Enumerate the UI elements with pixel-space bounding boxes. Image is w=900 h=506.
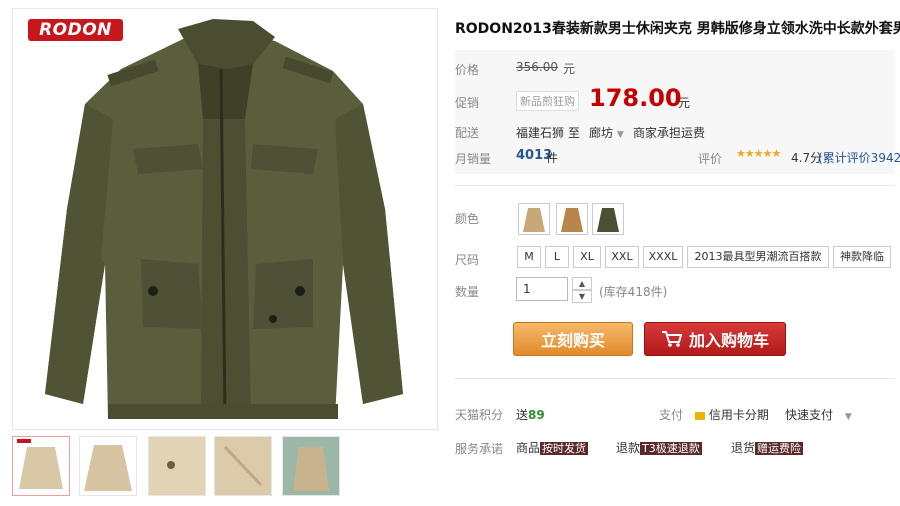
main-product-image[interactable] (12, 8, 438, 430)
size-option-xxxl[interactable]: XXXL (643, 246, 683, 268)
buy-now-button[interactable]: 立刻购买 (513, 322, 633, 356)
points-text: 送89 (516, 408, 545, 422)
buy-now-label: 立刻购买 (540, 331, 605, 350)
ship-to-word: 至 (568, 126, 581, 140)
cart-icon (661, 331, 683, 347)
color-label: 颜色 (455, 212, 480, 226)
add-to-cart-button[interactable]: 加入购物车 (644, 322, 786, 356)
credit-card-icon (695, 411, 705, 420)
chevron-down-icon: ▼ (578, 292, 586, 301)
pay-installment[interactable]: 信用卡分期 (695, 406, 769, 423)
thumbnail-4[interactable] (214, 436, 272, 496)
price-label: 价格 (455, 63, 480, 77)
sales-label: 月销量 (455, 152, 492, 166)
original-price: 356.00 (516, 60, 558, 74)
color-swatch-camel[interactable] (556, 203, 588, 235)
size-option-m[interactable]: M (517, 246, 541, 268)
promo-price-unit: 元 (678, 96, 691, 110)
chevron-down-icon: ▼ (616, 130, 624, 140)
thumbnail-5[interactable] (282, 436, 340, 496)
jacket-image (45, 19, 403, 420)
points-label: 天猫积分 (455, 408, 504, 422)
ship-destination: 廊坊 (589, 126, 614, 140)
brand-logo: RODON (28, 19, 123, 41)
size-option-style[interactable]: 2013最具型男潮流百搭款 (687, 246, 829, 268)
service-on-time[interactable]: 商品 按时发货 (516, 439, 589, 456)
divider (455, 378, 895, 379)
promo-tag: 新品煎狂购 (516, 91, 579, 111)
promo-label: 促销 (455, 96, 480, 110)
color-swatch-olive[interactable] (592, 203, 624, 235)
service-refund[interactable]: 退款 T3极速退款 (616, 439, 702, 456)
qty-decrease-button[interactable]: ▼ (572, 290, 592, 303)
quantity-input[interactable]: 1 (516, 277, 568, 301)
original-price-unit: 元 (563, 62, 576, 76)
rating-stars-icon: ★★★★★ (736, 147, 781, 160)
service-tag: T3极速退款 (640, 442, 702, 455)
promo-price: 178.00 (589, 84, 682, 112)
shipping-fee: 商家承担运费 (633, 126, 706, 140)
qty-increase-button[interactable]: ▲ (572, 277, 592, 290)
ship-destination-select[interactable]: 廊坊 ▼ (589, 124, 624, 141)
service-tag: 赠运费险 (755, 442, 804, 455)
thumbnail-3[interactable] (148, 436, 206, 496)
rating-label: 评价 (698, 152, 723, 166)
pay-label: 支付 (659, 408, 684, 422)
size-option-l[interactable]: L (545, 246, 569, 268)
size-option-xl[interactable]: XL (573, 246, 601, 268)
thumbnail-strip (12, 436, 436, 500)
chevron-up-icon: ▲ (578, 279, 586, 288)
thumbnail-1[interactable] (12, 436, 70, 496)
size-option-xxl[interactable]: XXL (605, 246, 639, 268)
size-option-special[interactable]: 神款降临 (833, 246, 891, 268)
service-return[interactable]: 退货 赠运费险 (731, 439, 804, 456)
points-value: 89 (528, 408, 545, 422)
product-title: RODON2013春装新款男士休闲夹克 男韩版修身立领水洗中长款外套男 (455, 21, 900, 37)
service-label: 服务承诺 (455, 442, 504, 456)
ship-from: 福建石狮 (516, 126, 565, 140)
product-info-panel: RODON2013春装新款男士休闲夹克 男韩版修身立领水洗中长款外套男 价格 3… (455, 0, 900, 506)
shipping-label: 配送 (455, 126, 480, 140)
pay-quick-select[interactable]: 快速支付 ▼ (785, 406, 852, 423)
service-tag: 按时发货 (540, 442, 589, 455)
add-to-cart-label: 加入购物车 (688, 331, 769, 350)
color-swatch-khaki[interactable] (518, 203, 550, 235)
rating-total-link[interactable]: (累计评价3942) (818, 149, 900, 166)
size-label: 尺码 (455, 253, 480, 267)
thumbnail-2[interactable] (79, 436, 137, 496)
sales-unit: 件 (546, 151, 559, 165)
stock-text: (库存418件) (599, 285, 668, 299)
divider (455, 185, 895, 186)
qty-label: 数量 (455, 285, 480, 299)
chevron-down-icon: ▼ (844, 412, 852, 422)
